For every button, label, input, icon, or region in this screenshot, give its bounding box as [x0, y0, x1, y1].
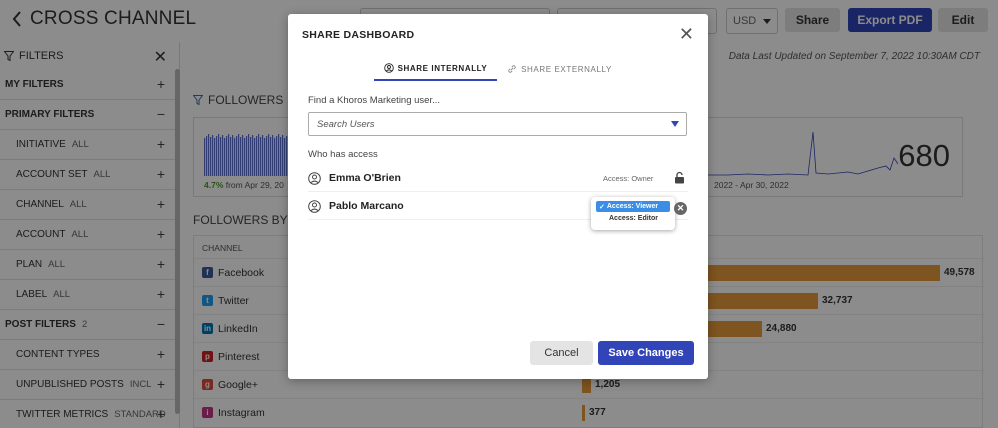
- access-option-viewer-label: Access: Viewer: [606, 203, 659, 210]
- tab-share-externally-label: SHARE EXTERNALLY: [521, 64, 612, 74]
- remove-user-icon[interactable]: ✕: [674, 202, 687, 215]
- save-changes-button[interactable]: Save Changes: [598, 341, 694, 365]
- tab-share-internally-label: SHARE INTERNALLY: [397, 63, 488, 73]
- share-dashboard-modal: SHARE DASHBOARD ✕ SHARE INTERNALLY SHARE…: [288, 14, 708, 379]
- share-tabs: SHARE INTERNALLY SHARE EXTERNALLY: [374, 57, 622, 81]
- user-icon: [308, 200, 321, 213]
- access-option-viewer[interactable]: ✓ Access: Viewer: [596, 201, 670, 212]
- user-name: Pablo Marcano: [329, 200, 404, 212]
- lock-icon: [675, 171, 684, 184]
- user-name: Emma O'Brien: [329, 172, 401, 184]
- tab-share-externally[interactable]: SHARE EXTERNALLY: [497, 57, 622, 81]
- link-icon: [508, 65, 516, 73]
- access-level-dropdown: ✓ Access: Viewer Access: Editor: [591, 197, 675, 230]
- access-user-row: Emma O'Brien Access: Owner: [308, 166, 688, 192]
- modal-title: SHARE DASHBOARD: [302, 29, 415, 41]
- checkmark-icon: ✓: [599, 203, 605, 211]
- chevron-down-icon[interactable]: [671, 121, 679, 127]
- search-users-placeholder: Search Users: [317, 119, 375, 130]
- access-option-editor[interactable]: Access: Editor: [609, 215, 658, 222]
- tab-share-internally[interactable]: SHARE INTERNALLY: [374, 57, 497, 81]
- user-icon: [308, 172, 321, 185]
- close-icon[interactable]: ✕: [679, 25, 694, 43]
- cancel-button[interactable]: Cancel: [530, 341, 593, 365]
- who-has-access-label: Who has access: [308, 149, 378, 160]
- owner-access-label: Access: Owner: [603, 174, 654, 183]
- user-icon: [383, 63, 394, 73]
- find-user-label: Find a Khoros Marketing user...: [308, 95, 441, 106]
- search-users-input[interactable]: Search Users: [308, 112, 687, 136]
